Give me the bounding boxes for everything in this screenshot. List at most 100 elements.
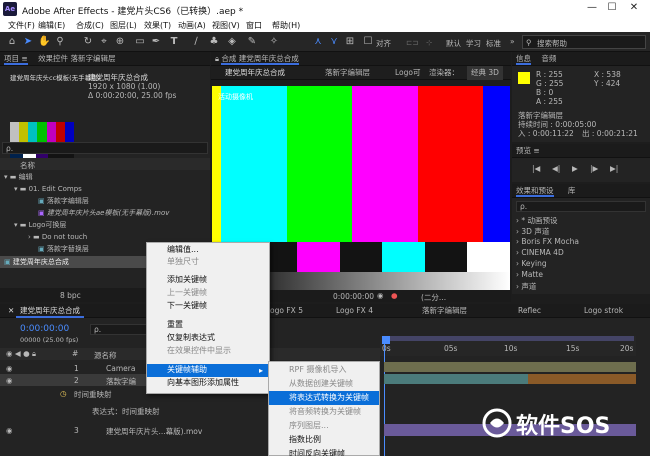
- list-item[interactable]: ▾ ▬ Logo可换层: [0, 219, 205, 231]
- workspace-more-icon[interactable]: »: [510, 37, 515, 46]
- bpc-label[interactable]: 8 bpc: [60, 291, 81, 300]
- effect-category[interactable]: › Matte: [516, 270, 543, 279]
- effects-search-input[interactable]: ρ.: [516, 201, 646, 212]
- tab-text-layer[interactable]: 落新字编辑层: [418, 304, 471, 318]
- hand-tool-icon[interactable]: ✋: [38, 36, 50, 48]
- tab-library[interactable]: 库: [568, 186, 576, 195]
- menu-item-next-keyframe[interactable]: 下一关键帧: [147, 300, 269, 313]
- timeline-timecode[interactable]: 0:00:00:00: [20, 324, 69, 334]
- menu-item-add-keyframe[interactable]: 添加关键帧: [147, 274, 269, 287]
- rotate-tool-icon[interactable]: ↻: [82, 36, 94, 48]
- tab-reflect[interactable]: Reflec: [514, 304, 545, 318]
- roto-brush-tool-icon[interactable]: ✎: [246, 36, 258, 48]
- menu-effect[interactable]: 效果(T): [144, 20, 171, 31]
- menu-animation[interactable]: 动画(A): [178, 20, 206, 31]
- tab-composition[interactable]: 合成 建党周年庆总合成: [221, 54, 299, 65]
- pen-tool-icon[interactable]: ✒: [150, 36, 162, 48]
- last-frame-button[interactable]: ▶|: [610, 164, 618, 173]
- subtab-comp[interactable]: 建党周年庆总合成: [221, 66, 289, 80]
- rectangle-tool-icon[interactable]: ▭: [134, 36, 146, 48]
- workspace-standard[interactable]: 标准: [486, 38, 501, 49]
- show-channel-icon[interactable]: ●: [391, 291, 398, 300]
- list-item[interactable]: ▾ ▬ 编辑: [0, 171, 205, 183]
- menu-view[interactable]: 视图(V): [212, 20, 240, 31]
- selection-tool-icon[interactable]: ➤: [22, 36, 34, 48]
- column-source-name[interactable]: 源名称: [94, 350, 117, 361]
- help-search-box[interactable]: ⚲ 搜索帮助: [522, 35, 646, 49]
- menu-edit[interactable]: 编辑(E): [38, 20, 65, 31]
- eraser-tool-icon[interactable]: ◈: [226, 36, 238, 48]
- list-item[interactable]: ▾ ▬ 01. Edit Comps: [0, 183, 205, 195]
- submenu-exponential-scale[interactable]: 指数比例: [269, 433, 379, 447]
- stopwatch-icon[interactable]: ◷: [60, 389, 67, 398]
- layer-name[interactable]: Camera: [106, 364, 135, 373]
- work-area-bar[interactable]: [384, 336, 634, 341]
- subtab-logo[interactable]: Logo可: [391, 66, 425, 80]
- layer-bar[interactable]: [384, 374, 528, 384]
- menu-item-keyframe-assistant[interactable]: 关键帧辅助: [147, 364, 269, 377]
- menu-item-add-to-graphics[interactable]: 向基本图形添加属性: [147, 377, 269, 390]
- time-ruler[interactable]: 0s 05s 10s 15s 20s: [380, 336, 636, 356]
- tab-logo-stroke[interactable]: Logo strok: [580, 304, 627, 318]
- first-frame-button[interactable]: |◀: [532, 164, 540, 173]
- effect-category[interactable]: › 3D 声道: [516, 226, 549, 237]
- effect-category[interactable]: › Keying: [516, 259, 547, 268]
- resolution-dropdown[interactable]: (二分...: [421, 292, 446, 303]
- layer-name[interactable]: 建党周年庆片头...幕版).mov: [106, 426, 202, 437]
- effect-category[interactable]: › * 动画预设: [516, 215, 558, 226]
- subtab-text-edit[interactable]: 落新字编辑层: [321, 66, 374, 80]
- close-button[interactable]: ✕: [626, 2, 642, 13]
- menu-item-copy-expression[interactable]: 仅复制表达式: [147, 332, 269, 345]
- prev-frame-button[interactable]: ◀|: [552, 164, 560, 173]
- workspace-default[interactable]: 默认: [446, 38, 461, 49]
- pan-behind-tool-icon[interactable]: ⊕: [114, 36, 126, 48]
- tab-effect-controls[interactable]: 效果控件 落新字编辑层: [38, 54, 115, 63]
- zoom-tool-icon[interactable]: ⚲: [54, 36, 66, 48]
- expression-name[interactable]: 表达式：时间重映射: [92, 406, 160, 417]
- list-item[interactable]: ▣ 建党周年庆片头ae模板(无手幕版).mov: [0, 207, 205, 219]
- effect-category[interactable]: › CINEMA 4D: [516, 248, 564, 257]
- layer-name[interactable]: 落款字编: [106, 376, 136, 387]
- list-item[interactable]: ▣ 落款字编辑层: [0, 195, 205, 207]
- home-icon[interactable]: ⌂: [6, 36, 18, 48]
- project-search-input[interactable]: ρ.: [2, 142, 208, 154]
- next-frame-button[interactable]: |▶: [590, 164, 598, 173]
- snap-label[interactable]: 对齐: [376, 38, 391, 49]
- workspace-learn[interactable]: 学习: [466, 38, 481, 49]
- axis-world-icon[interactable]: ⋎: [328, 36, 340, 48]
- maximize-button[interactable]: ☐: [604, 2, 620, 13]
- effect-category[interactable]: › Boris FX Mocha: [516, 237, 579, 246]
- type-tool-icon[interactable]: T: [168, 36, 180, 48]
- menu-item-edit-value[interactable]: 编辑值...: [147, 244, 269, 257]
- visibility-icon[interactable]: ◉: [6, 364, 13, 373]
- tab-logo-fx4[interactable]: Logo FX 4: [332, 304, 377, 318]
- submenu-time-reverse[interactable]: 时间反向关键帧: [269, 447, 379, 456]
- menu-help[interactable]: 帮助(H): [272, 20, 300, 31]
- clone-stamp-tool-icon[interactable]: ♣: [208, 36, 220, 48]
- tab-effects-presets[interactable]: 效果和预设: [516, 186, 554, 197]
- submenu-convert-expression[interactable]: 将表达式转换为关键帧: [269, 391, 379, 405]
- menu-file[interactable]: 文件(F): [8, 20, 35, 31]
- effect-category[interactable]: › 声道: [516, 281, 536, 292]
- property-name[interactable]: 时间重映射: [74, 389, 112, 400]
- tab-audio[interactable]: 音频: [541, 54, 556, 63]
- playhead-icon[interactable]: [382, 336, 390, 344]
- menu-layer[interactable]: 图层(L): [110, 20, 137, 31]
- column-name[interactable]: 名称: [20, 160, 35, 171]
- axis-local-icon[interactable]: ⋏: [312, 36, 324, 48]
- puppet-pin-tool-icon[interactable]: ✧: [268, 36, 280, 48]
- visibility-icon[interactable]: ◉: [6, 376, 13, 385]
- tab-info[interactable]: 信息: [516, 54, 531, 65]
- axis-view-icon[interactable]: ⊞: [344, 36, 356, 48]
- snapshot-icon[interactable]: ◉: [377, 291, 384, 300]
- visibility-icon[interactable]: ◉: [6, 426, 13, 435]
- layer-bar[interactable]: [384, 362, 636, 372]
- camera-tool-icon[interactable]: ⌖: [98, 36, 110, 48]
- brush-tool-icon[interactable]: ∕: [190, 36, 202, 48]
- tab-main-comp[interactable]: 建党周年庆总合成: [16, 304, 84, 318]
- renderer-value[interactable]: 经典 3D: [467, 66, 503, 80]
- layer-bar[interactable]: [528, 374, 636, 384]
- menu-window[interactable]: 窗口: [246, 20, 262, 31]
- minimize-button[interactable]: —: [584, 2, 600, 13]
- comp-timecode[interactable]: 0:00:00:00: [333, 292, 374, 301]
